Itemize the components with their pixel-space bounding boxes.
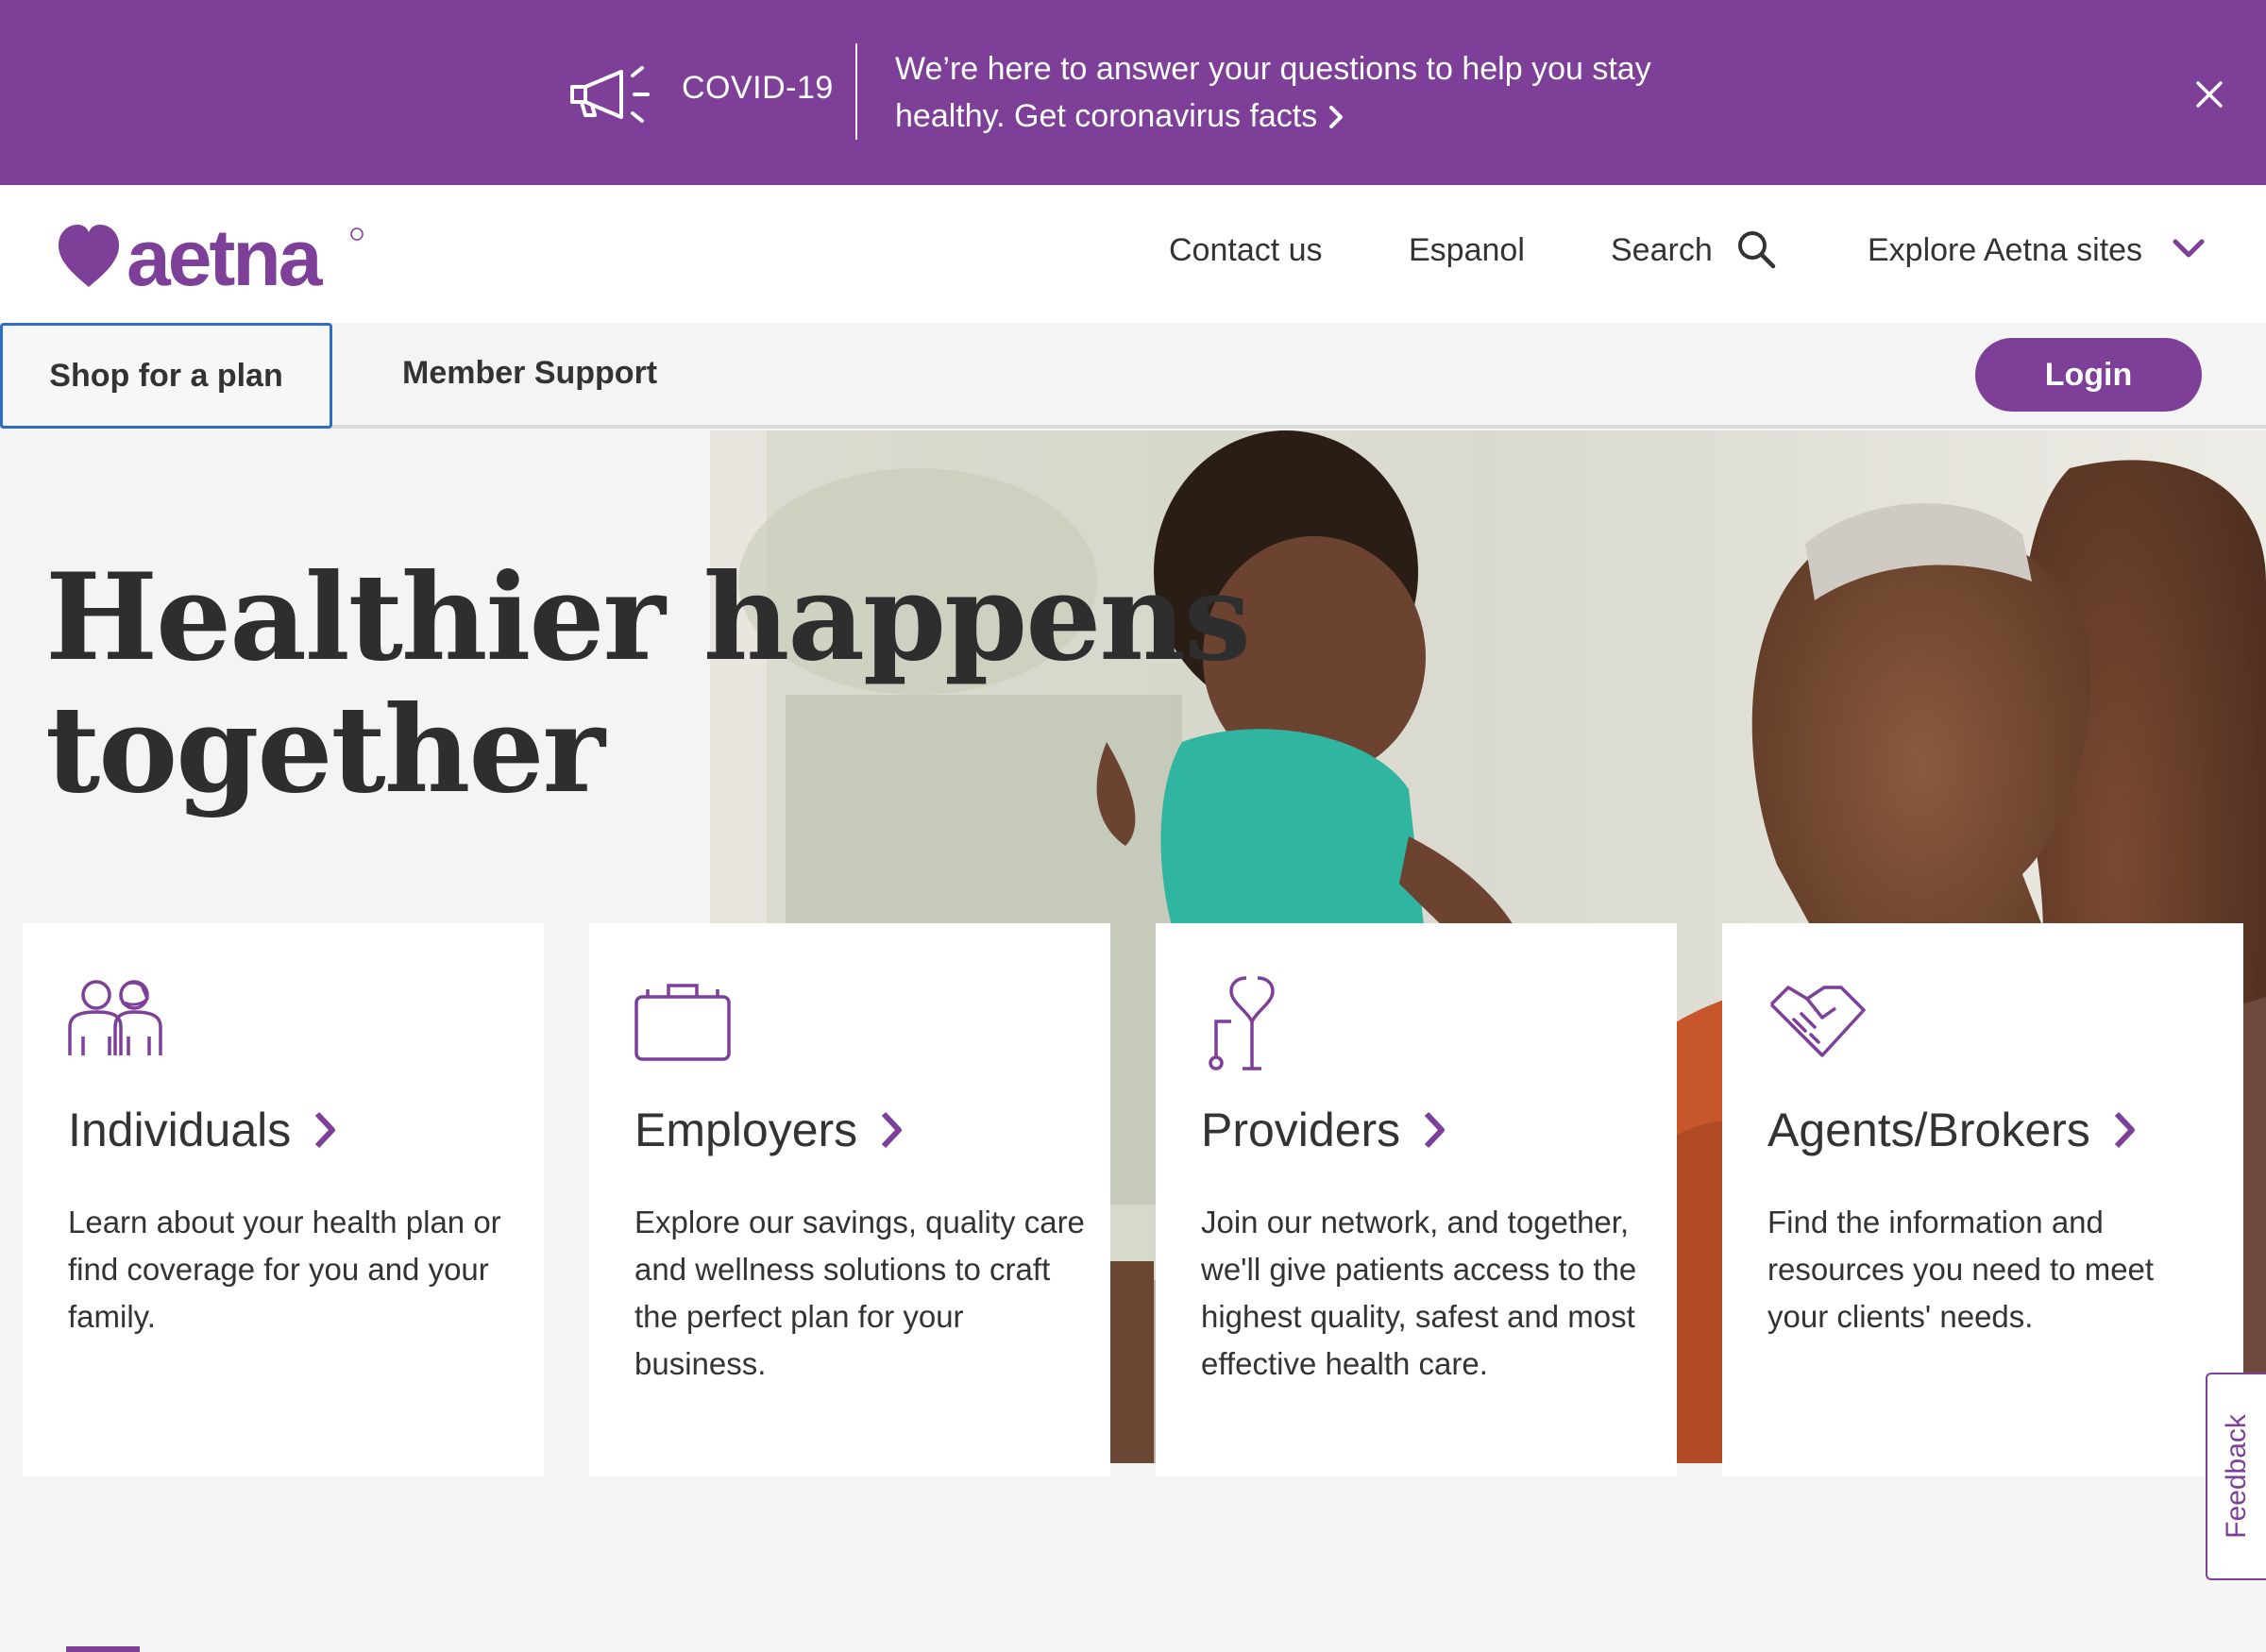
banner-message-line1: We’re here to answer your questions to h…: [895, 51, 1651, 87]
stethoscope-icon: [1209, 976, 1275, 1070]
card-individuals[interactable]: Individuals Learn about your health plan…: [23, 923, 544, 1476]
feedback-tab[interactable]: Feedback: [2206, 1373, 2266, 1580]
card-providers[interactable]: Providers Join our network, and together…: [1156, 923, 1677, 1476]
primary-nav: Shop for a plan Member Support Login: [0, 323, 2266, 429]
megaphone-icon: [570, 66, 650, 123]
hero-title-line2: together: [45, 680, 605, 819]
hero-title: Healthier happens together: [45, 551, 1273, 816]
chevron-right-icon: [1329, 106, 1344, 128]
espanol-link[interactable]: Espanol: [1409, 232, 1525, 269]
section-accent-bar: [66, 1646, 140, 1652]
chevron-right-icon: [315, 1111, 336, 1149]
handshake-icon: [1769, 986, 1866, 1057]
card-individuals-link[interactable]: Individuals: [68, 1103, 338, 1157]
chevron-right-icon: [2114, 1111, 2135, 1149]
card-providers-link[interactable]: Providers: [1201, 1103, 1447, 1157]
covid-banner: COVID-19 We’re here to answer your quest…: [0, 0, 2266, 185]
card-employers[interactable]: Employers Explore our savings, quality c…: [589, 923, 1110, 1476]
nav-shop-for-a-plan[interactable]: Shop for a plan: [0, 323, 332, 429]
card-agents-brokers[interactable]: Agents/Brokers Find the information and …: [1722, 923, 2243, 1476]
card-employers-link[interactable]: Employers: [634, 1103, 905, 1157]
search-link[interactable]: Search: [1611, 232, 1713, 269]
people-icon: [68, 980, 162, 1055]
card-providers-title: Providers: [1201, 1104, 1401, 1156]
card-individuals-title: Individuals: [68, 1104, 292, 1156]
feedback-label: Feedback: [2221, 1414, 2252, 1539]
banner-message: We’re here to answer your questions to h…: [895, 45, 1707, 140]
card-providers-description: Join our network, and together, we'll gi…: [1201, 1205, 1637, 1381]
coronavirus-facts-link[interactable]: healthy. Get coronavirus facts: [895, 93, 1707, 140]
card-employers-title: Employers: [634, 1104, 858, 1156]
aetna-logo[interactable]: aetna: [57, 213, 378, 298]
chevron-right-icon: [882, 1111, 903, 1149]
logo-wordmark: aetna: [127, 213, 324, 298]
briefcase-icon: [634, 984, 731, 1061]
chevron-down-icon[interactable]: [2170, 236, 2207, 262]
close-icon[interactable]: [2192, 77, 2226, 111]
card-agents-brokers-description: Find the information and resources you n…: [1767, 1205, 2155, 1334]
chevron-right-icon: [1425, 1111, 1446, 1149]
hero-title-line1: Healthier happens: [45, 548, 1251, 687]
contact-us-link[interactable]: Contact us: [1169, 232, 1323, 269]
banner-divider: [855, 43, 857, 140]
coronavirus-facts-label: healthy. Get coronavirus facts: [895, 98, 1318, 134]
explore-aetna-sites-link[interactable]: Explore Aetna sites: [1868, 232, 2142, 269]
login-button[interactable]: Login: [1975, 338, 2202, 412]
site-header: aetna Contact us Espanol Search Explore …: [0, 185, 2266, 323]
card-agents-brokers-link[interactable]: Agents/Brokers: [1767, 1103, 2138, 1157]
covid-label: COVID-19: [682, 70, 834, 106]
search-icon[interactable]: [1735, 228, 1777, 270]
card-employers-description: Explore our savings, quality care and we…: [634, 1205, 1085, 1381]
hero-section: Healthier happens together Individuals L…: [0, 430, 2266, 1652]
nav-member-support[interactable]: Member Support: [402, 355, 657, 392]
card-agents-brokers-title: Agents/Brokers: [1767, 1104, 2090, 1156]
card-individuals-description: Learn about your health plan or find cov…: [68, 1205, 501, 1334]
